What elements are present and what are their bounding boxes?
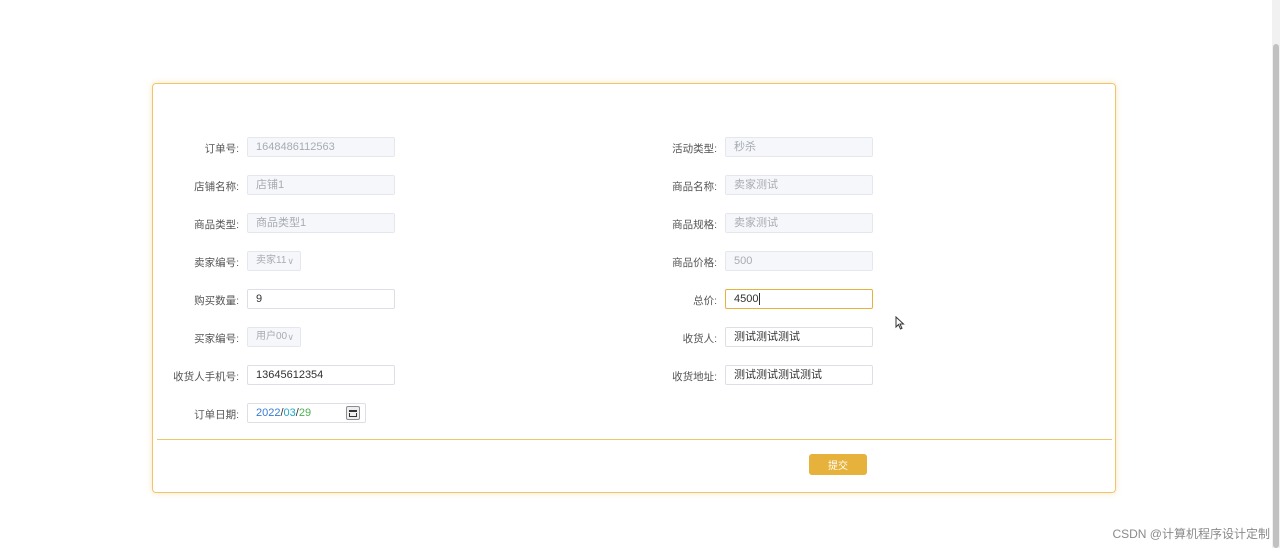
receiver-address-input[interactable]: 测试测试测试测试 <box>725 365 873 385</box>
total-price-input[interactable]: 4500 <box>725 289 873 309</box>
form-row-receiver: 收货人: 测试测试测试 <box>153 327 1113 349</box>
watermark: CSDN @计算机程序设计定制 <box>1112 527 1270 541</box>
date-day[interactable]: 29 <box>299 407 311 419</box>
activity-type-label: 活动类型: <box>672 143 717 155</box>
receiver-input[interactable]: 测试测试测试 <box>725 327 873 347</box>
text-caret <box>759 293 761 306</box>
page-scrollbar[interactable] <box>1272 0 1280 548</box>
footer-divider <box>157 439 1112 440</box>
receiver-address-label: 收货地址: <box>672 371 717 383</box>
form-row-goods-name: 商品名称: 卖家测试 <box>153 175 1113 197</box>
goods-spec-field: 卖家测试 <box>725 213 873 233</box>
calendar-icon[interactable] <box>346 406 360 420</box>
date-month[interactable]: 03 <box>284 407 296 419</box>
order-form-card: 订单号: 1648486112563 店铺名称: 店铺1 商品类型: 商品类型1… <box>152 83 1116 493</box>
goods-name-field: 卖家测试 <box>725 175 873 195</box>
submit-button[interactable]: 提交 <box>809 454 867 475</box>
goods-spec-label: 商品规格: <box>672 219 717 231</box>
goods-price-field: 500 <box>725 251 873 271</box>
form-row-goods-price: 商品价格: 500 <box>153 251 1113 273</box>
order-date-label: 订单日期: <box>194 409 239 421</box>
mouse-cursor-icon <box>895 316 905 330</box>
form-row-receiver-address: 收货地址: 测试测试测试测试 <box>153 365 1113 387</box>
scrollbar-thumb[interactable] <box>1273 44 1279 548</box>
form-row-total-price: 总价: 4500 <box>153 289 1113 311</box>
form-row-order-date: 订单日期: 2022/03/29 <box>153 403 1113 425</box>
form-row-goods-spec: 商品规格: 卖家测试 <box>153 213 1113 235</box>
total-price-value[interactable]: 4500 <box>734 293 758 305</box>
activity-type-field: 秒杀 <box>725 137 873 157</box>
total-price-label: 总价: <box>693 295 717 307</box>
date-year[interactable]: 2022 <box>256 407 280 419</box>
goods-price-label: 商品价格: <box>672 257 717 269</box>
order-date-input[interactable]: 2022/03/29 <box>247 403 366 423</box>
goods-name-label: 商品名称: <box>672 181 717 193</box>
receiver-label: 收货人: <box>682 333 717 345</box>
form-row-activity-type: 活动类型: 秒杀 <box>153 137 1113 159</box>
